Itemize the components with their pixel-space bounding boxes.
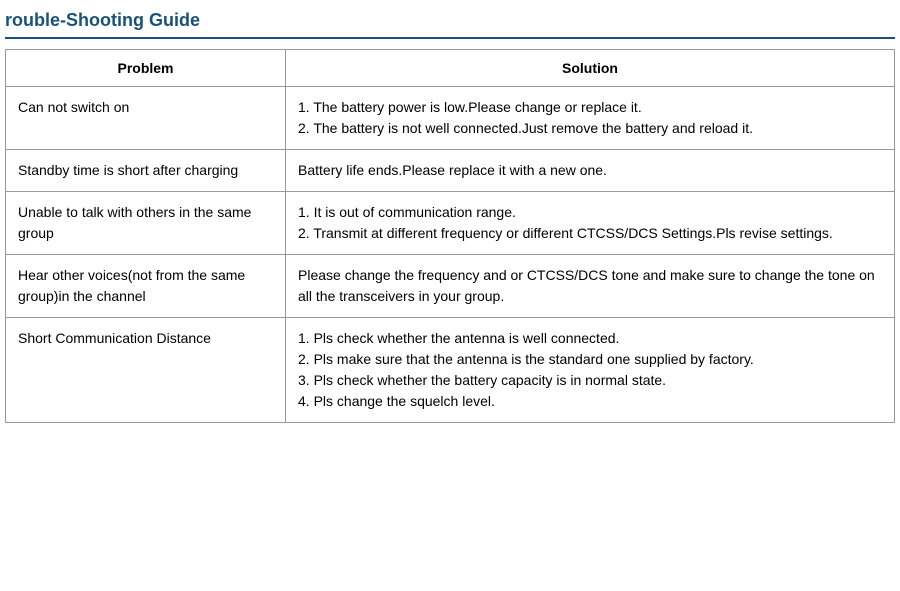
solution-cell: 1. Pls check whether the antenna is well…: [286, 318, 895, 423]
solution-cell: Battery life ends.Please replace it with…: [286, 150, 895, 192]
problem-cell: Standby time is short after charging: [6, 150, 286, 192]
problem-cell: Hear other voices(not from the same grou…: [6, 255, 286, 318]
page-title: rouble-Shooting Guide: [5, 10, 895, 39]
problem-cell: Short Communication Distance: [6, 318, 286, 423]
header-problem: Problem: [6, 50, 286, 87]
table-row: Standby time is short after chargingBatt…: [6, 150, 895, 192]
table-row: Can not switch on1. The battery power is…: [6, 87, 895, 150]
table-header-row: Problem Solution: [6, 50, 895, 87]
header-solution: Solution: [286, 50, 895, 87]
table-row: Hear other voices(not from the same grou…: [6, 255, 895, 318]
table-row: Unable to talk with others in the same g…: [6, 192, 895, 255]
solution-cell: Please change the frequency and or CTCSS…: [286, 255, 895, 318]
solution-cell: 1. The battery power is low.Please chang…: [286, 87, 895, 150]
problem-cell: Can not switch on: [6, 87, 286, 150]
table-row: Short Communication Distance1. Pls check…: [6, 318, 895, 423]
troubleshooting-table: Problem Solution Can not switch on1. The…: [5, 49, 895, 423]
problem-cell: Unable to talk with others in the same g…: [6, 192, 286, 255]
solution-cell: 1. It is out of communication range.2. T…: [286, 192, 895, 255]
page-container: rouble-Shooting Guide Problem Solution C…: [0, 0, 900, 433]
